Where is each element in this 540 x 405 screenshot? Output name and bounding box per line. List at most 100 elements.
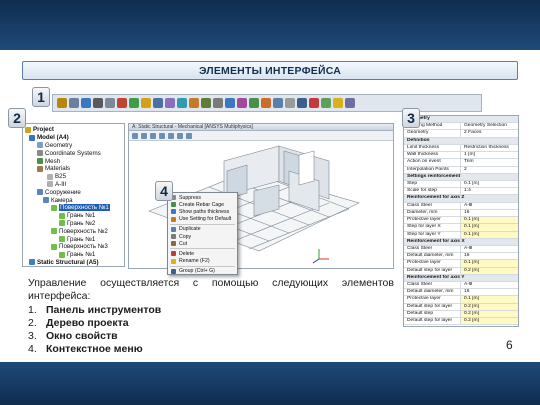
context-menu-item: Rename (F2) [168,258,237,265]
tree-node-label: Грань №2 [67,219,96,227]
tree-node: Mesh [25,157,122,165]
tree-node-icon [59,212,65,219]
top-band [0,0,540,50]
intro-word: помощью [211,277,259,289]
property-row: Geometry 2 Faces [404,130,518,138]
property-key: Default diameter, mm [404,253,461,260]
tree-node: Поверхность №3 [25,243,122,251]
intro-word: элементов [341,277,394,289]
property-value: 0.1 [m] [461,217,518,224]
pan-icon [150,132,156,139]
menu-item-label: Cut [179,240,188,247]
elements-list: 1. Панель инструментов 2. Дерево проекта 3. О… [28,304,394,356]
intro-word: осуществляется [100,277,180,289]
toolbar-tool-icon [105,98,115,108]
property-value: A-Ⅲ [464,202,473,208]
property-row: Class Steel A-Ⅲ [404,245,518,254]
property-group-header: Reinforcement for axis Y [404,274,518,283]
tree-node-icon [59,236,65,243]
property-value: 0.1 [m] [461,231,518,238]
property-row: Class Steel A-Ⅲ [404,282,518,290]
axis-triad-icon [312,249,329,264]
property-row: Scoping Method Geometry Selection [404,123,518,131]
description: Управление осуществляется с помощью следующи… [28,277,394,356]
tree-node: Geometry [25,142,122,150]
toolbar-tool-icon [249,98,259,108]
list-item-number: 1. [28,304,37,316]
tree-node-icon [29,259,35,266]
menu-separator [170,223,235,225]
property-key: Default step [404,310,461,318]
property-row: Protective layer 0.1 [m] [404,217,518,225]
property-row: Default step for layer 0.2 [m] [404,318,518,326]
tree-node-icon [37,142,43,149]
tree-node-label: Static Structural (A5) [37,258,99,266]
tree-node-icon [59,220,65,227]
property-row: Default diameter, mm 16 [404,253,518,261]
property-row: Interpolation Points 2 [404,166,518,174]
property-row: Step for layer Y 0.1 [m] [404,231,518,239]
property-key: Scale for step [404,188,461,195]
intro-word: следующих [272,277,329,289]
context-menu-item: Suppress [168,194,237,201]
tree-node-label: Поверхность №3 [59,243,108,251]
menu-item-label: Group (Ctrl+ G) [179,268,215,275]
menu-item-label: Create Rebar Cage [179,201,224,208]
property-value: 0.1 [m] [461,224,518,231]
project-tree-screenshot: Project Model (A4) Geometry Coordinate Syst… [22,123,125,267]
property-row: Step for layer X 0.1 [m] [404,224,518,232]
menu-item-label: Show paths thickness [179,208,230,215]
tree-node-label: Камера [51,196,73,204]
menu-item-label: Use Setting for Default [179,216,232,223]
list-item-number: 4. [28,343,37,355]
property-group-label: Reinforcement for axis X [407,238,465,244]
toolbar-tool-icon [345,98,355,108]
toolbar-tool-icon [237,98,247,108]
menu-item-icon [171,226,176,232]
tree-node-icon [25,126,31,133]
property-value: 1:4 [464,188,471,194]
property-key: Action on event [404,159,461,166]
tree-node: Грань №2 [25,220,122,228]
context-menu-item: Group (Ctrl+ G) [168,268,237,275]
toolbar-tool-icon [117,98,127,108]
fit-icon [168,132,174,139]
property-key: Protective layer [404,217,461,224]
tree-node: Грань №1 [25,235,122,243]
property-group-label: Definition [407,137,430,143]
toolbar-tool-icon [225,98,235,108]
tree-node-icon [59,251,65,258]
context-menu-item: Delete [168,250,237,257]
property-value: 0.2 [m] [461,267,518,274]
tree-node-label: Сооружение [45,188,81,196]
tree-node: Static Structural (A5) [25,258,122,266]
property-row: Default step 0.2 [m] [404,310,518,319]
list-item-number: 2. [28,317,37,329]
menu-item-icon [171,202,176,208]
tree-node-label: Geometry [45,141,73,149]
tree-node-icon [37,150,43,157]
menu-item-label: Copy [179,233,192,240]
tree-node-label: Coordinate Systems [45,149,101,157]
slide-title: ЭЛЕМЕНТЫ ИНТЕРФЕЙСА [22,61,518,80]
property-group-header: Reinforcement for axis Z [404,195,518,203]
context-menu-screenshot: Suppress Create Rebar Cage Show paths thic… [167,192,238,275]
page-number: 6 [506,338,513,352]
toolbar-tool-icon [165,98,175,108]
property-key: Wall thickness [404,152,461,159]
list-item-text: Панель инструментов [46,304,162,316]
tree-node-icon [47,173,53,180]
property-value: 0.2 [m] [461,303,518,310]
property-value: Trim [464,159,474,165]
property-value: 16 [464,253,470,259]
property-row: Diameter, mm 16 [404,209,518,218]
context-menu-item: Cut [168,240,237,247]
property-value: 0.1 [m] [461,296,518,303]
list-item-number: 3. [28,330,37,342]
property-value: 16 [464,209,470,215]
toolbar-tool-icon [189,98,199,108]
select-icon [132,132,138,139]
menu-separator [170,265,235,267]
badge-1: 1 [32,87,50,107]
property-group-header: Geometry [404,116,518,124]
